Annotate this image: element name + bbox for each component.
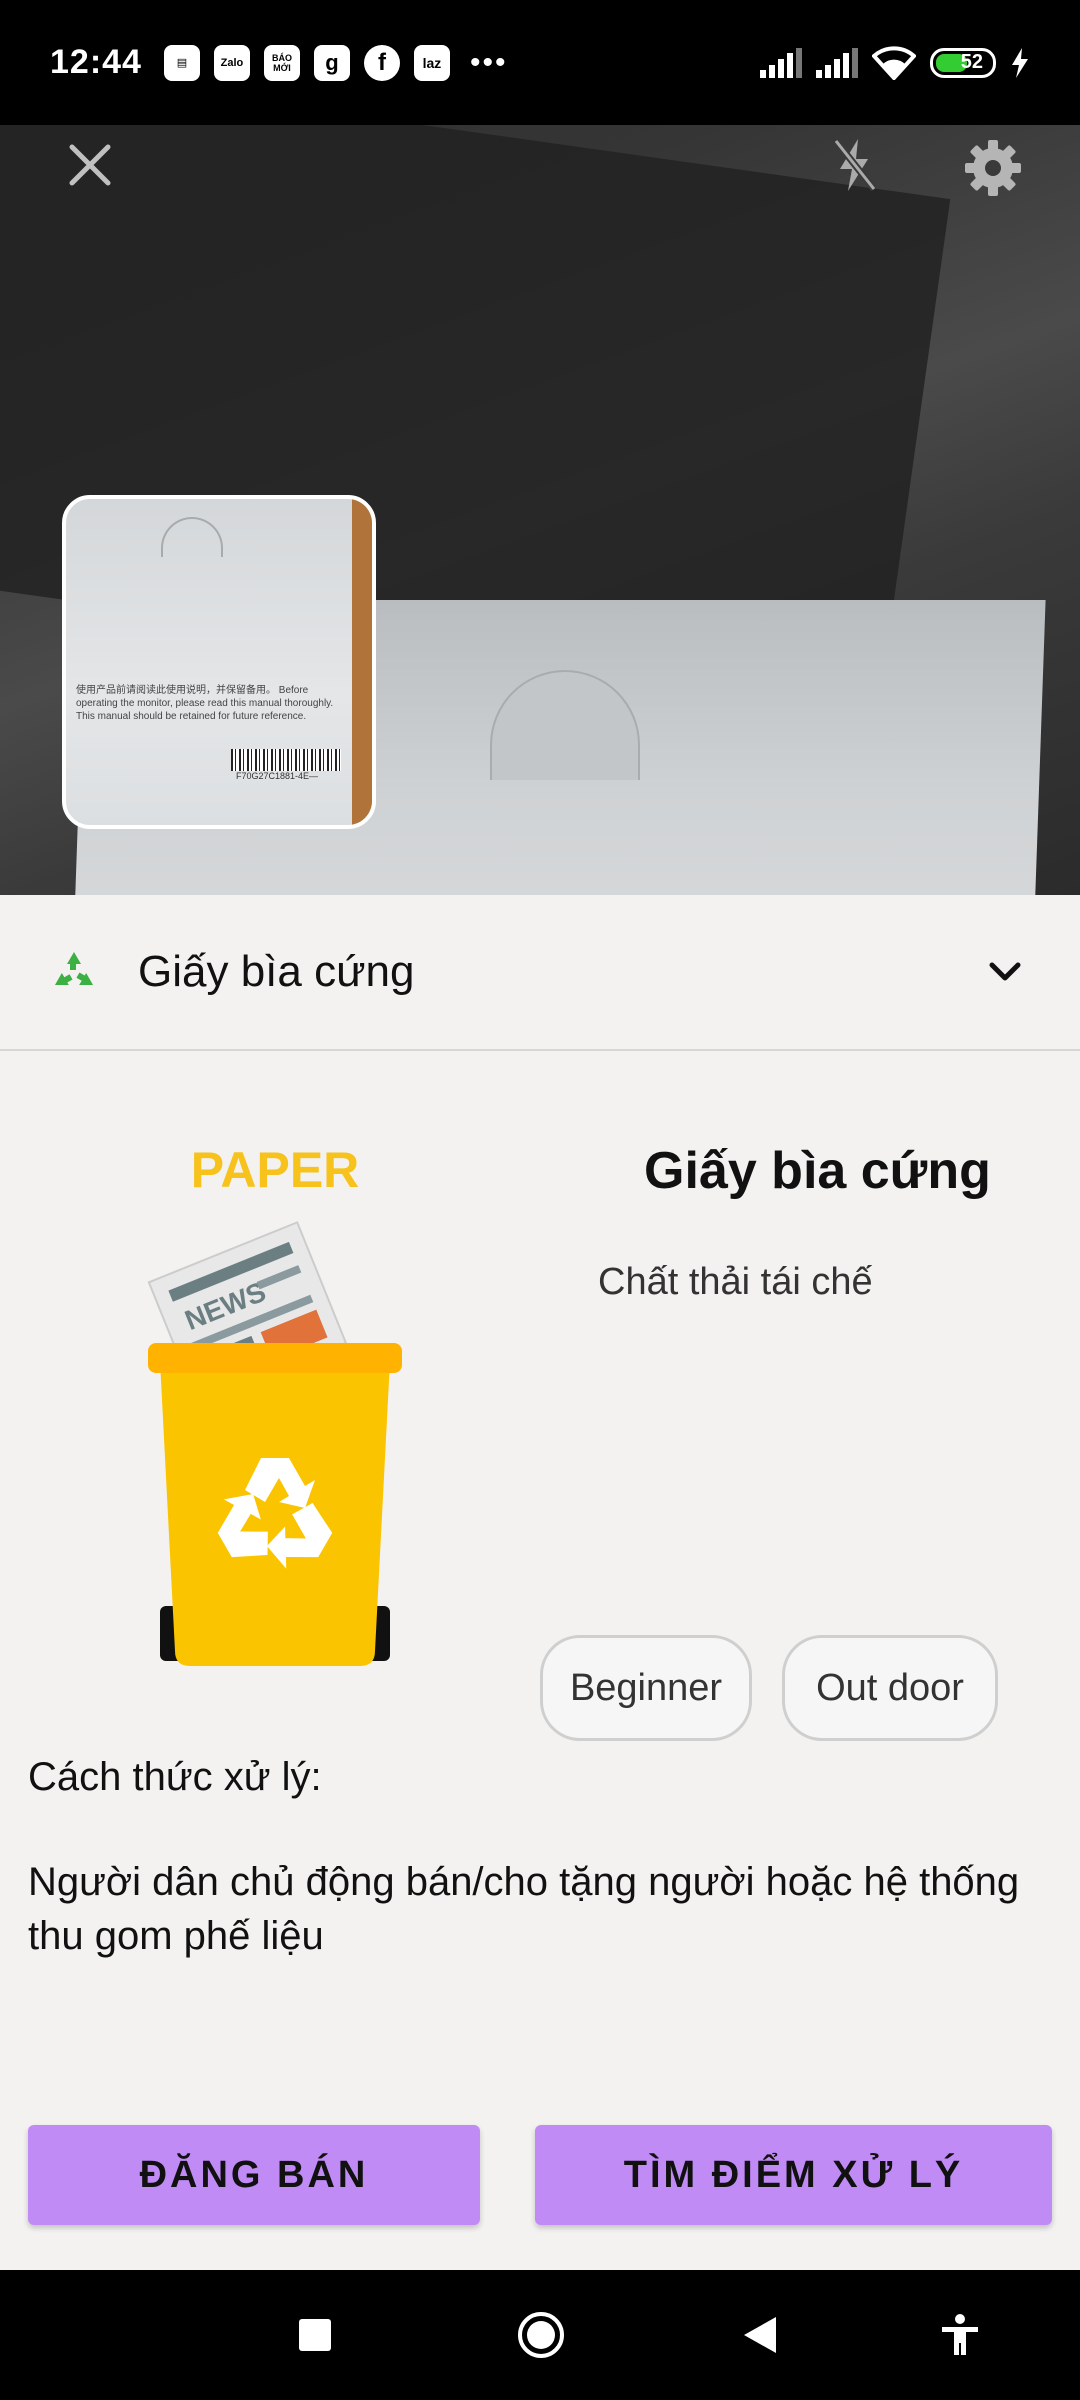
lazada-icon: laz xyxy=(413,44,450,81)
home-icon xyxy=(518,2312,564,2358)
signal-icon xyxy=(760,47,802,78)
material-name: Giấy bìa cứng xyxy=(644,1142,991,1200)
zalo-icon: Zalo xyxy=(213,44,250,81)
material-info: PAPER NEWS Giấy bìa cứng Chất thải tái c… xyxy=(0,1051,1080,1741)
charging-icon xyxy=(1012,47,1028,78)
find-location-button[interactable]: TÌM ĐIỂM XỬ LÝ xyxy=(535,2125,1052,2225)
settings-button[interactable] xyxy=(955,130,1030,205)
back-button[interactable] xyxy=(738,2300,782,2370)
captured-photo-thumbnail[interactable]: 使用产品前请阅读此使用说明，并保留备用。 Before operating th… xyxy=(62,495,376,829)
home-button[interactable] xyxy=(512,2300,570,2370)
close-icon xyxy=(69,144,111,186)
notification-icons: ▤ Zalo BÁO MỚI g f laz ••• xyxy=(163,44,508,81)
battery-icon: 52 xyxy=(930,47,996,78)
flash-toggle-button[interactable] xyxy=(820,130,890,200)
facebook-icon: f xyxy=(363,44,400,81)
recents-button[interactable] xyxy=(295,2300,335,2370)
result-sheet: Giấy bìa cứng PAPER NEWS Giấy bìa cứng C… xyxy=(0,895,1080,2270)
tag-outdoor[interactable]: Out door xyxy=(782,1635,998,1741)
thumbnail-tab xyxy=(161,517,223,557)
gojek-icon: g xyxy=(313,44,350,81)
thumbnail-manual-text: 使用产品前请阅读此使用说明，并保留备用。 Before operating th… xyxy=(76,685,334,722)
signal-icon-2 xyxy=(816,47,858,78)
wifi-icon xyxy=(872,45,916,80)
accessibility-button[interactable] xyxy=(935,2300,985,2370)
news-app-icon: ▤ xyxy=(163,44,200,81)
close-button[interactable] xyxy=(55,130,125,200)
method-title: Cách thức xử lý: xyxy=(28,1755,322,1799)
battery-level: 52 xyxy=(960,51,983,73)
tag-list: Beginner Out door xyxy=(540,1635,998,1741)
recents-icon xyxy=(299,2319,331,2351)
status-right: 52 xyxy=(760,45,1030,80)
tag-beginner[interactable]: Beginner xyxy=(540,1635,752,1741)
thumbnail-barcode-text: F70G27C1881-4E— xyxy=(236,771,319,781)
sheet-title: Giấy bìa cứng xyxy=(138,947,415,996)
more-notifications-icon: ••• xyxy=(469,45,508,79)
barcode-image xyxy=(231,749,341,771)
sheet-header[interactable]: Giấy bìa cứng xyxy=(0,895,1080,1051)
status-bar: 12:44 ▤ Zalo BÁO MỚI g f laz ••• 52 xyxy=(0,0,1080,125)
chevron-down-icon[interactable] xyxy=(980,947,1030,997)
thumbnail-table-edge xyxy=(352,499,372,825)
back-icon xyxy=(744,2317,776,2353)
flash-off-icon xyxy=(833,138,877,192)
gear-icon xyxy=(964,139,1021,196)
paper-bin-illustration: PAPER NEWS xyxy=(130,1141,420,1671)
material-type: Chất thải tái chế xyxy=(598,1261,873,1303)
method-text: Người dân chủ động bán/cho tặng người ho… xyxy=(28,1860,1020,1958)
status-time: 12:44 xyxy=(50,43,142,81)
recycle-bin-icon: NEWS xyxy=(147,1221,402,1666)
recycle-icon xyxy=(54,952,94,986)
accessibility-icon xyxy=(942,2314,978,2355)
sell-button[interactable]: ĐĂNG BÁN xyxy=(28,2125,480,2225)
baomoi-icon: BÁO MỚI xyxy=(263,44,300,81)
bin-category-label: PAPER xyxy=(190,1142,360,1198)
navigation-bar xyxy=(0,2270,1080,2400)
